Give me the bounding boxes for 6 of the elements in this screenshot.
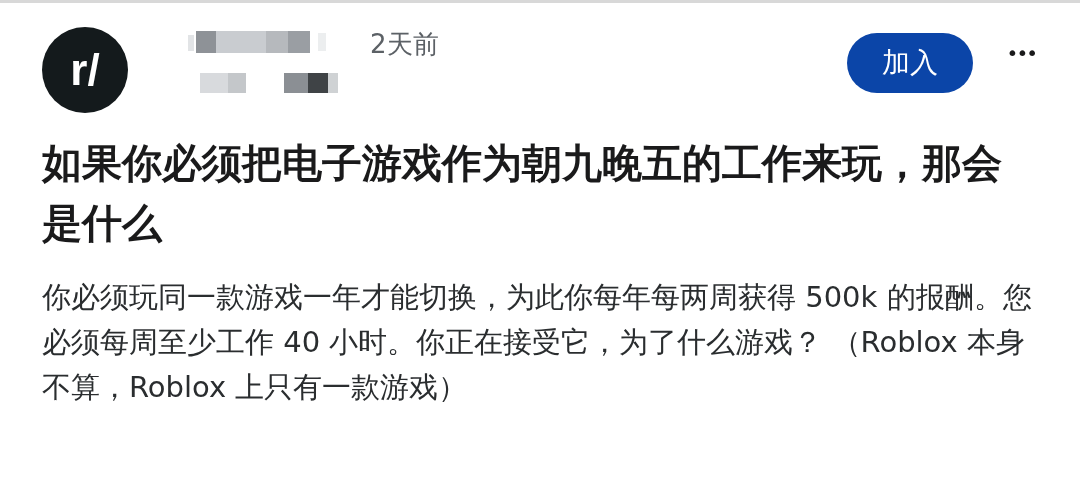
join-button[interactable]: 加入 [846, 33, 973, 93]
post-body: 你必须玩同一款游戏一年才能切换，为此你每年每两周获得 500k 的报酬。您必须每周至少工作 40 小时。你正在接受它，为了什么游戏？ （Roblox 本身不算，Roblox 上只有一款游戏） [42, 279, 1033, 406]
post-title: 如果你必须把电子游戏作为朝九晚五的工作来玩，那会是什么 [42, 139, 1003, 248]
community-avatar[interactable]: r/ [42, 27, 128, 113]
more-button[interactable]: ••• [1002, 41, 1040, 65]
post-time: 2天前 [370, 28, 439, 61]
